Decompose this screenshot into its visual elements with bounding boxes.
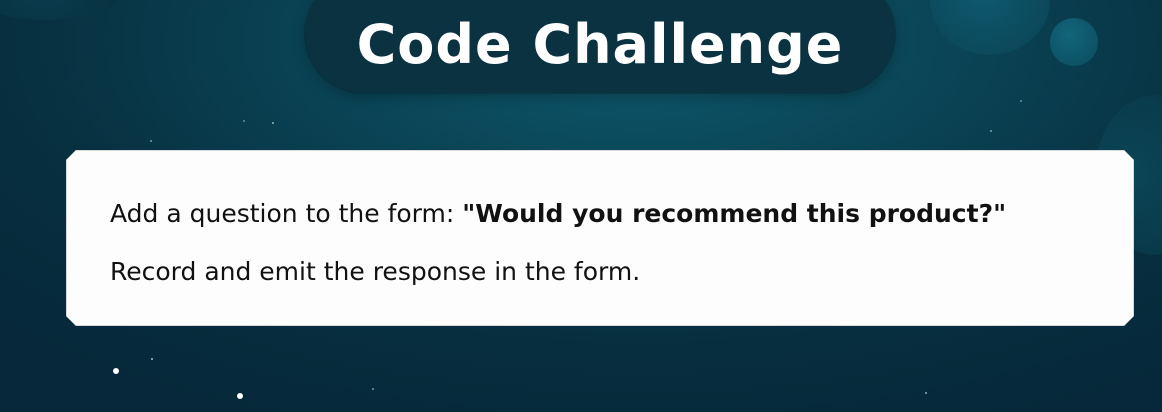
background-planet-left <box>0 0 130 20</box>
title-banner: Code Challenge <box>305 0 895 93</box>
background-planet-right <box>930 0 1050 55</box>
star-dot <box>990 130 992 132</box>
star-dot <box>243 120 245 122</box>
question-text: "Would you recommend this product?" <box>462 199 1007 228</box>
instruction-text: Add a question to the form: <box>110 199 463 228</box>
star-dot <box>272 122 274 124</box>
star-dot <box>925 392 927 394</box>
star-dot <box>372 388 374 390</box>
page-title: Code Challenge <box>356 13 844 76</box>
challenge-instruction-line-2: Record and emit the response in the form… <box>110 257 641 286</box>
background-planet-small <box>1050 18 1098 66</box>
star-dot <box>151 358 153 360</box>
star-dot <box>113 368 119 374</box>
star-dot <box>150 140 152 142</box>
star-dot <box>1020 100 1022 102</box>
challenge-instruction-line-1: Add a question to the form: "Would you r… <box>110 201 1006 226</box>
star-dot <box>237 393 243 399</box>
challenge-card: Add a question to the form: "Would you r… <box>66 150 1134 326</box>
